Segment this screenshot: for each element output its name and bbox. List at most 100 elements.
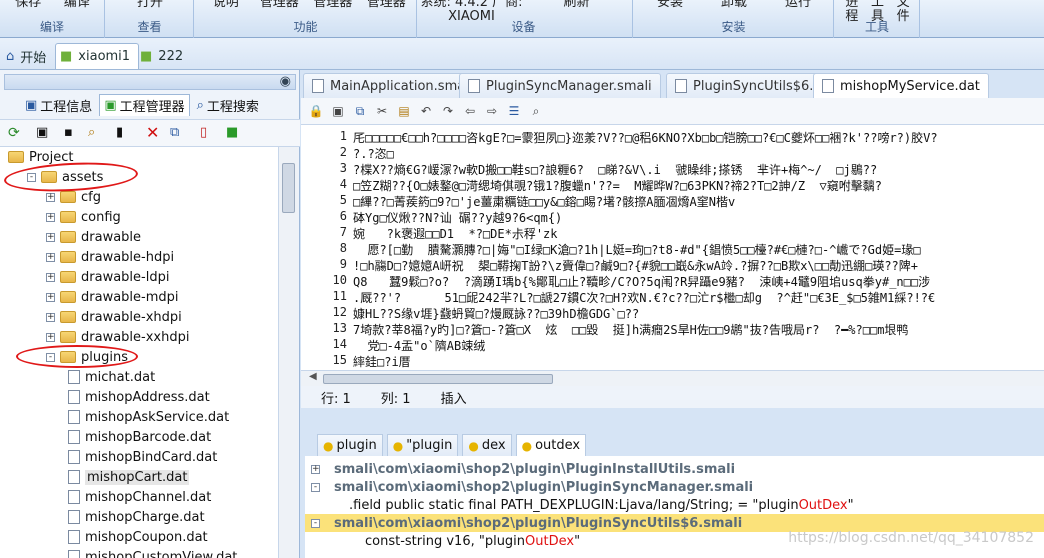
tree-item-label: drawable-hdpi	[81, 249, 175, 265]
editor-tab[interactable]: MainApplication.smali	[303, 73, 482, 98]
tree-item[interactable]: mishopCoupon.dat	[68, 527, 208, 547]
tree-item[interactable]: mishopChannel.dat	[68, 487, 211, 507]
search-tab[interactable]: ● "plugin	[386, 434, 459, 456]
editor-tab[interactable]: PluginSyncManager.smali	[459, 73, 661, 98]
cut-icon[interactable]: ✂	[373, 102, 391, 120]
ribbon-button[interactable]: 打开	[110, 0, 190, 10]
code-editor[interactable]: 1 厇□□□□□€□□h?□□□□咨kgE?□=霥狚夙□}迩羕?V??□@稆6KN…	[301, 125, 1044, 370]
tree-item-label: drawable-xxhdpi	[81, 329, 190, 345]
hscroll-thumb[interactable]	[323, 374, 553, 384]
tree-item[interactable]: + drawable-ldpi	[46, 267, 169, 287]
expand-toggle-icon[interactable]: +	[46, 252, 55, 262]
doc-tab[interactable]: ■ 222	[136, 43, 191, 69]
expand-toggle-icon[interactable]: -	[311, 518, 320, 528]
bulb-icon: ●	[468, 438, 479, 453]
expand-toggle-icon[interactable]: -	[311, 482, 320, 492]
search-folder-icon[interactable]: ⌕	[88, 125, 95, 140]
left-subtab[interactable]: ▣ 工程管理器	[99, 94, 190, 116]
ribbon-button[interactable]: 运行	[766, 0, 830, 10]
editor-tab[interactable]: mishopMyService.dat	[813, 73, 989, 98]
copy-icon[interactable]: ⧉	[351, 102, 369, 120]
expand-toggle-icon[interactable]: +	[46, 332, 55, 342]
tree-item[interactable]: + drawable-mdpi	[46, 287, 179, 307]
ribbon-group-label: 编译	[39, 20, 64, 34]
tree-item[interactable]: mishopBarcode.dat	[68, 427, 211, 447]
copy-icon[interactable]: ⧉	[170, 125, 179, 140]
tree-item[interactable]: mishopCharge.dat	[68, 507, 205, 527]
android-icon[interactable]: ■	[226, 125, 238, 140]
file-icon	[68, 490, 80, 504]
line-number: 14	[332, 337, 347, 351]
doc-tab[interactable]: ⌂ 开始	[2, 43, 54, 69]
home-icon: ⌂	[6, 48, 15, 64]
scroll-left-icon[interactable]: ◀	[309, 371, 317, 382]
tree-item[interactable]: mishopCustomView.dat	[68, 547, 237, 558]
left-subtab-label: 工程搜索	[206, 99, 259, 115]
folder-icon	[8, 151, 24, 163]
forward-icon[interactable]: ⇨	[483, 102, 501, 120]
book-icon[interactable]: ▮	[116, 125, 123, 140]
format-icon[interactable]: ☰	[505, 102, 523, 120]
expand-toggle-icon[interactable]: +	[46, 292, 55, 302]
ribbon-button[interactable]: 管理器	[253, 0, 307, 10]
result-row[interactable]: - smali\com\xiaomi\shop2\plugin\PluginSyn…	[305, 478, 1044, 496]
search-tab[interactable]: ● plugin	[317, 434, 383, 456]
doc-tab[interactable]: ■ xiaomi1	[55, 43, 140, 69]
pdf-icon[interactable]: ▯	[200, 125, 207, 140]
undo-icon[interactable]: ↶	[417, 102, 435, 120]
tree-item[interactable]: michat.dat	[68, 367, 155, 387]
paste-icon[interactable]: ▤	[395, 102, 413, 120]
image-icon[interactable]: ▣	[36, 125, 48, 140]
ribbon-button[interactable]: 安装	[638, 0, 702, 10]
tree-item[interactable]: mishopCart.dat	[68, 467, 190, 487]
save-icon[interactable]: ▣	[329, 102, 347, 120]
editor-tab-label: MainApplication.smali	[330, 78, 473, 94]
line-number: 11	[332, 289, 347, 303]
tree-item[interactable]: + drawable	[46, 227, 141, 247]
delete-icon[interactable]: ✕	[146, 123, 159, 142]
left-subtab[interactable]: ⌕ 工程搜索	[192, 94, 264, 116]
expand-toggle-icon[interactable]: +	[46, 272, 55, 282]
left-subtab[interactable]: ▣ 工程信息	[20, 94, 97, 116]
expand-toggle-icon[interactable]: +	[311, 464, 320, 474]
result-row[interactable]: + smali\com\xiaomi\shop2\plugin\PluginIns…	[305, 460, 1044, 478]
expand-toggle-icon[interactable]: +	[46, 192, 55, 202]
tree-item[interactable]: + config	[46, 207, 121, 227]
expand-toggle-icon[interactable]: +	[46, 212, 55, 222]
redo-icon[interactable]: ↷	[439, 102, 457, 120]
tree-item[interactable]: mishopAddress.dat	[68, 387, 210, 407]
result-row[interactable]: .field public static final PATH_DEXPLUGI…	[305, 496, 1044, 514]
scroll-thumb[interactable]	[282, 163, 295, 213]
eye-icon[interactable]: ◉	[280, 74, 291, 89]
file-icon	[68, 530, 80, 544]
search-tab[interactable]: ● outdex	[515, 434, 587, 456]
search-tab[interactable]: ● dex	[462, 434, 512, 456]
tree-item[interactable]: mishopAskService.dat	[68, 407, 229, 427]
tree-scrollbar[interactable]	[278, 147, 298, 558]
back-icon[interactable]: ⇦	[461, 102, 479, 120]
lock-icon[interactable]: 🔒	[307, 102, 325, 120]
ribbon-button[interactable]: 管理器	[360, 0, 414, 10]
window-icon[interactable]: ▪	[64, 125, 73, 140]
expand-toggle-icon[interactable]: +	[46, 232, 55, 242]
editor-hscrollbar[interactable]: ◀	[301, 370, 1044, 386]
tree-item-label: mishopBindCard.dat	[85, 449, 218, 465]
line-number: 13	[332, 321, 347, 335]
tree-item[interactable]: + drawable-xxhdpi	[46, 327, 189, 347]
ribbon-button[interactable]: 管理器	[306, 0, 360, 10]
file-icon	[68, 430, 80, 444]
tree-item[interactable]: mishopBindCard.dat	[68, 447, 217, 467]
expand-toggle-icon[interactable]: +	[46, 312, 55, 322]
ribbon-button[interactable]: 刷新	[524, 0, 629, 10]
ribbon-button[interactable]: 说明	[199, 0, 253, 10]
ribbon-button[interactable]: 卸载	[702, 0, 766, 10]
code-line: 7埼款?莘8福?y旳]□?篬□-?篬□X 炫 □□毀 挺]h满癎2S旱H佐□□9…	[353, 323, 909, 337]
find-icon[interactable]: ⌕	[527, 102, 545, 120]
left-pane: ◉ ▣ 工程信息 ▣ 工程管理器 ⌕ 工程搜索 ⟳ ▣ ▪ ⌕ ▮ ✕ ⧉ ▯ ■ Pro…	[0, 70, 300, 558]
tree-item[interactable]: + drawable-hdpi	[46, 247, 174, 267]
tree-item[interactable]: + drawable-xhdpi	[46, 307, 182, 327]
line-number: 6	[339, 209, 347, 223]
ribbon-button[interactable]: 编译	[53, 0, 102, 10]
ribbon-button[interactable]: 保存	[4, 0, 53, 10]
refresh-icon[interactable]: ⟳	[8, 125, 20, 141]
